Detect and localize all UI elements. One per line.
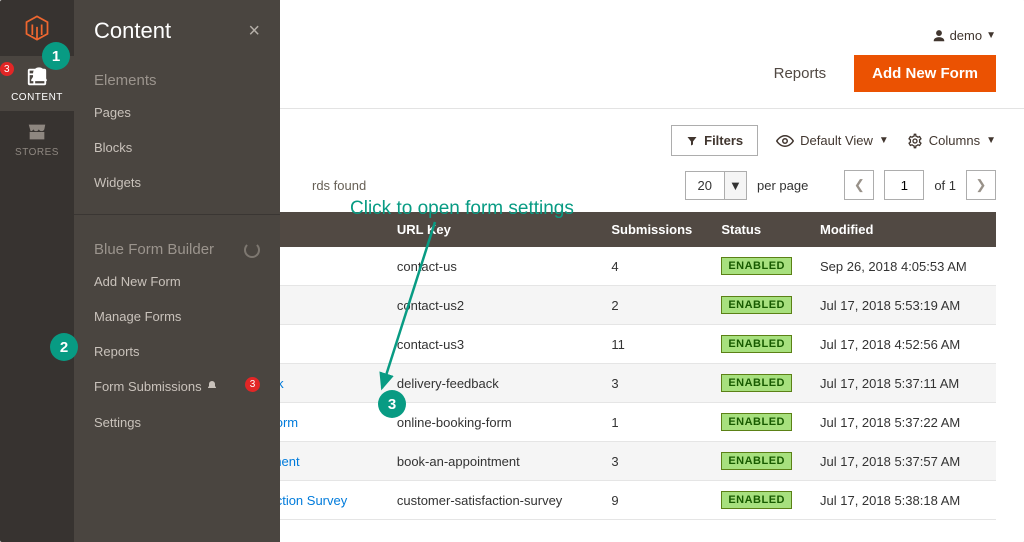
per-page-select[interactable]: 20 ▼ xyxy=(685,171,747,200)
per-page-label: per page xyxy=(757,178,808,193)
rail-item-label: CONTENT xyxy=(11,92,63,103)
cell-status: ENABLED xyxy=(707,364,806,403)
status-badge: ENABLED xyxy=(721,413,792,431)
user-icon xyxy=(932,29,946,43)
status-badge: ENABLED xyxy=(721,257,792,275)
cell-status: ENABLED xyxy=(707,286,806,325)
flyout-menu-item[interactable]: Pages xyxy=(74,95,280,130)
status-badge: ENABLED xyxy=(721,374,792,392)
filters-label: Filters xyxy=(704,133,743,148)
close-icon[interactable]: × xyxy=(248,20,260,43)
rail-item-stores[interactable]: STORES xyxy=(0,111,74,166)
cell-url-key: book-an-appointment xyxy=(383,442,597,481)
status-badge: ENABLED xyxy=(721,335,792,353)
page-input[interactable] xyxy=(884,170,924,200)
cell-modified: Jul 17, 2018 5:37:57 AM xyxy=(806,442,996,481)
default-view-dropdown[interactable]: Default View ▼ xyxy=(776,132,889,150)
prev-page-button[interactable]: ❮ xyxy=(844,170,874,200)
cell-submissions: 1 xyxy=(597,403,707,442)
records-found-text: rds found xyxy=(312,178,366,193)
spinner-icon xyxy=(244,242,260,258)
col-header-status[interactable]: Status xyxy=(707,212,806,247)
chevron-down-icon: ▼ xyxy=(986,135,996,146)
cell-modified: Jul 17, 2018 5:37:11 AM xyxy=(806,364,996,403)
cell-status: ENABLED xyxy=(707,325,806,364)
status-badge: ENABLED xyxy=(721,491,792,509)
content-flyout-panel: Content × ElementsPagesBlocksWidgets Blue… xyxy=(74,0,280,542)
cell-modified: Sep 26, 2018 4:05:53 AM xyxy=(806,247,996,286)
notification-badge: 3 xyxy=(0,62,14,76)
status-badge: ENABLED xyxy=(721,296,792,314)
col-header-submissions[interactable]: Submissions xyxy=(597,212,707,247)
admin-icon-rail: CONTENT 3 STORES xyxy=(0,0,74,542)
annotation-marker-1: 1 xyxy=(42,42,70,70)
annotation-text: Click to open form settings xyxy=(350,198,574,220)
account-name: demo xyxy=(950,28,983,43)
reports-link[interactable]: Reports xyxy=(756,55,845,92)
default-view-label: Default View xyxy=(800,133,873,148)
cell-modified: Jul 17, 2018 5:53:19 AM xyxy=(806,286,996,325)
bell-icon xyxy=(206,380,218,395)
cell-submissions: 3 xyxy=(597,442,707,481)
cell-status: ENABLED xyxy=(707,403,806,442)
chevron-down-icon: ▼ xyxy=(724,172,746,199)
cell-status: ENABLED xyxy=(707,247,806,286)
add-new-form-button[interactable]: Add New Form xyxy=(854,55,996,92)
cell-modified: Jul 17, 2018 5:37:22 AM xyxy=(806,403,996,442)
cell-submissions: 2 xyxy=(597,286,707,325)
chevron-down-icon: ▼ xyxy=(986,30,996,41)
status-badge: ENABLED xyxy=(721,452,792,470)
flyout-menu-item[interactable]: Settings xyxy=(74,405,280,440)
flyout-section-heading: Blue Form Builder xyxy=(74,221,280,264)
filters-button[interactable]: Filters xyxy=(671,125,758,156)
annotation-marker-3: 3 xyxy=(378,390,406,418)
flyout-menu-item[interactable]: Add New Form xyxy=(74,264,280,299)
eye-icon xyxy=(776,132,794,150)
flyout-menu-item[interactable]: Manage Forms xyxy=(74,299,280,334)
flyout-title: Content xyxy=(94,18,171,44)
cell-submissions: 4 xyxy=(597,247,707,286)
bell-icon xyxy=(28,66,50,91)
per-page-value: 20 xyxy=(686,172,724,199)
rail-item-label: STORES xyxy=(15,147,59,158)
flyout-menu-item[interactable]: Form Submissions3 xyxy=(74,369,280,405)
cell-url-key: online-booking-form xyxy=(383,403,597,442)
account-menu[interactable]: demo ▼ xyxy=(932,28,996,43)
cell-modified: Jul 17, 2018 4:52:56 AM xyxy=(806,325,996,364)
page-of-label: of 1 xyxy=(934,178,956,193)
annotation-marker-2: 2 xyxy=(50,333,78,361)
columns-dropdown[interactable]: Columns ▼ xyxy=(907,133,996,149)
flyout-menu-item[interactable]: Reports xyxy=(74,334,280,369)
columns-label: Columns xyxy=(929,133,980,148)
cell-status: ENABLED xyxy=(707,481,806,520)
funnel-icon xyxy=(686,135,698,147)
cell-status: ENABLED xyxy=(707,442,806,481)
next-page-button[interactable]: ❯ xyxy=(966,170,996,200)
cell-submissions: 9 xyxy=(597,481,707,520)
flyout-section-heading: Elements xyxy=(74,52,280,95)
notification-badge: 3 xyxy=(245,377,260,392)
col-header-modified[interactable]: Modified xyxy=(806,212,996,247)
flyout-menu-item[interactable]: Widgets xyxy=(74,165,280,200)
cell-submissions: 3 xyxy=(597,364,707,403)
chevron-down-icon: ▼ xyxy=(879,135,889,146)
flyout-menu-item[interactable]: Blocks xyxy=(74,130,280,165)
gear-icon xyxy=(907,133,923,149)
cell-submissions: 11 xyxy=(597,325,707,364)
cell-url-key: customer-satisfaction-survey xyxy=(383,481,597,520)
cell-modified: Jul 17, 2018 5:38:18 AM xyxy=(806,481,996,520)
